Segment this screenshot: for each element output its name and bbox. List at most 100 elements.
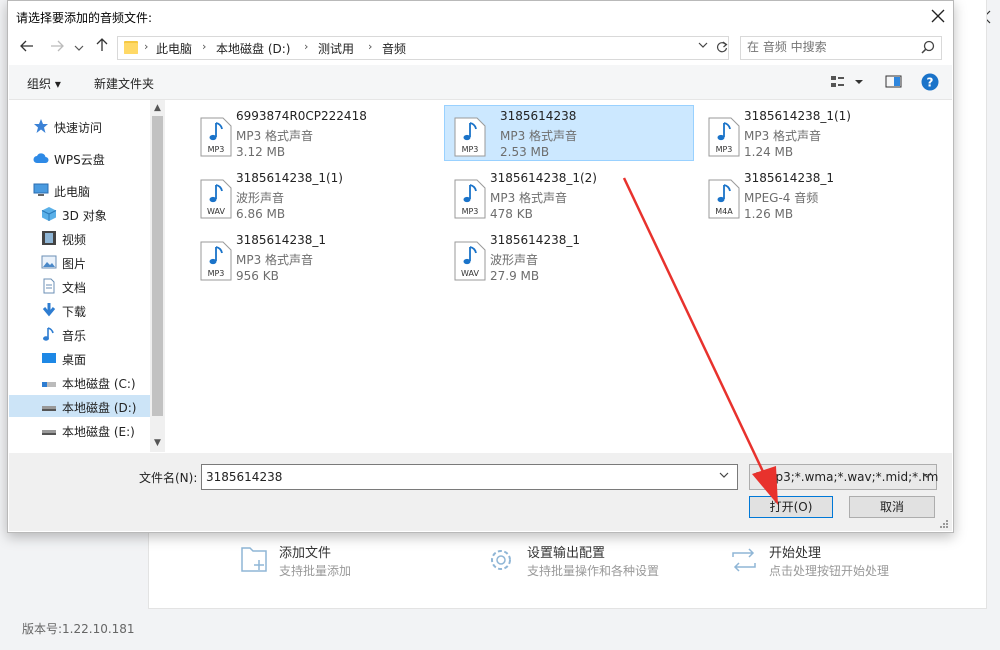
add-file-icon <box>241 547 267 572</box>
nav-documents[interactable]: 文档 <box>17 275 167 297</box>
process-cycle-icon <box>732 548 756 572</box>
file-type-filter-select[interactable]: *.mp3;*.wma;*.wav;*.mid;*.rm <box>749 464 938 490</box>
scroll-up-arrow[interactable]: ▲ <box>152 101 163 115</box>
filter-dropdown-button[interactable] <box>920 469 934 485</box>
mp3-file-icon: MP3 <box>708 117 740 157</box>
file-item[interactable]: WAV 3185614238_1 波形声音 27.9 MB <box>444 229 694 285</box>
file-type: MPEG-4 音频 <box>744 191 819 205</box>
help-button[interactable]: ? <box>920 72 940 92</box>
file-item[interactable]: MP3 3185614238_1(1) MP3 格式声音 1.24 MB <box>698 105 948 161</box>
nav-this-pc[interactable]: 此电脑 <box>17 179 167 201</box>
file-type: MP3 格式声音 <box>500 129 578 143</box>
file-name: 3185614238_1 <box>236 233 326 247</box>
nav-music[interactable]: 音乐 <box>17 323 167 345</box>
nav-label: 图片 <box>62 257 87 271</box>
view-options-button[interactable] <box>829 73 869 91</box>
scroll-thumb[interactable] <box>152 116 163 416</box>
computer-icon <box>33 183 49 196</box>
nav-label: 3D 对象 <box>62 209 107 223</box>
forward-button[interactable] <box>46 37 68 59</box>
start-processing-action[interactable]: 开始处理 点击处理按钮开始处理 <box>729 540 949 586</box>
cloud-icon <box>33 153 49 163</box>
breadcrumb-separator: › <box>202 40 207 53</box>
file-name: 3185614238_1 <box>490 233 580 247</box>
arrow-up-icon <box>96 38 108 51</box>
close-button[interactable] <box>924 4 952 28</box>
breadcrumb-test-folder[interactable]: 测试用 <box>318 40 354 57</box>
nav-drive-e[interactable]: 本地磁盘 (E:) <box>17 419 167 441</box>
view-grid-icon <box>831 76 863 87</box>
nav-wps-cloud[interactable]: WPS云盘 <box>17 147 167 169</box>
search-box[interactable] <box>740 36 942 60</box>
filename-combobox[interactable] <box>201 464 738 490</box>
file-type: MP3 格式声音 <box>236 129 314 143</box>
file-type: MP3 格式声音 <box>490 191 568 205</box>
mp3-file-icon: MP3 <box>454 179 486 219</box>
file-item[interactable]: M4A 3185614238_1 MPEG-4 音频 1.26 MB <box>698 167 948 223</box>
help-icon: ? <box>921 73 939 91</box>
cancel-button[interactable]: 取消 <box>849 496 935 518</box>
nav-pictures[interactable]: 图片 <box>17 251 167 273</box>
output-settings-action[interactable]: 设置输出配置 支持批量操作和各种设置 <box>487 540 707 586</box>
file-size: 2.53 MB <box>500 145 550 159</box>
file-size: 956 KB <box>236 269 279 283</box>
file-list: MP3 6993874R0CP222418 MP3 格式声音 3.12 MB M… <box>166 100 952 452</box>
organize-menu[interactable]: 组织 ▾ <box>27 75 61 92</box>
output-settings-subtitle: 支持批量操作和各种设置 <box>527 564 660 578</box>
preview-pane-icon <box>885 75 902 88</box>
resize-grip-icon[interactable] <box>939 519 949 529</box>
add-file-subtitle: 支持批量添加 <box>279 564 352 578</box>
address-dropdown-button[interactable] <box>696 39 710 55</box>
file-item[interactable]: MP3 3185614238_1 MP3 格式声音 956 KB <box>190 229 440 285</box>
file-item[interactable]: MP3 3185614238_1(2) MP3 格式声音 478 KB <box>444 167 694 223</box>
file-item[interactable]: WAV 3185614238_1(1) 波形声音 6.86 MB <box>190 167 440 223</box>
filename-dropdown-button[interactable] <box>717 469 731 485</box>
preview-pane-button[interactable] <box>885 73 903 91</box>
nav-downloads[interactable]: 下载 <box>17 299 167 321</box>
nav-label: WPS云盘 <box>54 153 105 167</box>
back-button[interactable] <box>16 37 38 59</box>
nav-label: 本地磁盘 (C:) <box>62 377 136 391</box>
open-button[interactable]: 打开(O) <box>749 496 833 518</box>
breadcrumb-this-pc[interactable]: 此电脑 <box>156 40 192 57</box>
nav-quick-access[interactable]: 快速访问 <box>17 115 167 137</box>
refresh-button[interactable] <box>714 38 730 56</box>
new-folder-button[interactable]: 新建文件夹 <box>94 75 154 92</box>
up-button[interactable] <box>91 37 113 59</box>
mp3-file-icon: MP3 <box>454 117 486 157</box>
file-badge: WAV <box>461 269 479 278</box>
nav-drive-d[interactable]: 本地磁盘 (D:) <box>9 395 150 417</box>
settings-gear-icon <box>491 550 511 570</box>
file-size: 478 KB <box>490 207 533 221</box>
address-bar[interactable]: › 此电脑 › 本地磁盘 (D:) › 测试用 › 音频 <box>117 36 729 60</box>
drive-icon <box>42 430 56 435</box>
add-file-action[interactable]: 添加文件 支持批量添加 <box>239 540 439 586</box>
desktop-icon <box>42 353 56 363</box>
output-settings-title: 设置输出配置 <box>527 546 606 561</box>
file-open-dialog: 请选择要添加的音频文件: › 此电脑 › 本地磁盘 (D:) › 测试用 › 音… <box>7 0 954 533</box>
scroll-down-arrow[interactable]: ▼ <box>152 436 163 450</box>
nav-desktop[interactable]: 桌面 <box>17 347 167 369</box>
nav-label: 本地磁盘 (E:) <box>62 425 135 439</box>
search-input[interactable] <box>747 39 907 55</box>
file-badge: WAV <box>207 207 225 216</box>
nav-drive-c[interactable]: 本地磁盘 (C:) <box>17 371 167 393</box>
file-size: 6.86 MB <box>236 207 286 221</box>
file-item[interactable]: MP3 6993874R0CP222418 MP3 格式声音 3.12 MB <box>190 105 440 161</box>
nav-3d-objects[interactable]: 3D 对象 <box>17 203 167 225</box>
file-name: 3185614238_1(2) <box>490 171 597 185</box>
file-name: 6993874R0CP222418 <box>236 109 367 123</box>
nav-videos[interactable]: 视频 <box>17 227 167 249</box>
file-size: 1.24 MB <box>744 145 794 159</box>
file-item-selected[interactable]: MP3 3185614238 MP3 格式声音 2.53 MB <box>444 105 694 161</box>
file-badge: MP3 <box>208 269 225 278</box>
chevron-down-icon <box>74 45 84 51</box>
music-icon <box>43 327 54 341</box>
dialog-footer: 文件名(N): *.mp3;*.wma;*.wav;*.mid;*.rm 打开(… <box>9 453 952 531</box>
filename-input[interactable] <box>206 469 706 485</box>
recent-locations-button[interactable] <box>68 37 90 59</box>
svg-text:?: ? <box>927 76 934 90</box>
breadcrumb-audio-folder[interactable]: 音频 <box>382 40 406 57</box>
nav-scrollbar[interactable]: ▲ ▼ <box>150 100 165 452</box>
breadcrumb-drive-d[interactable]: 本地磁盘 (D:) <box>216 40 290 57</box>
